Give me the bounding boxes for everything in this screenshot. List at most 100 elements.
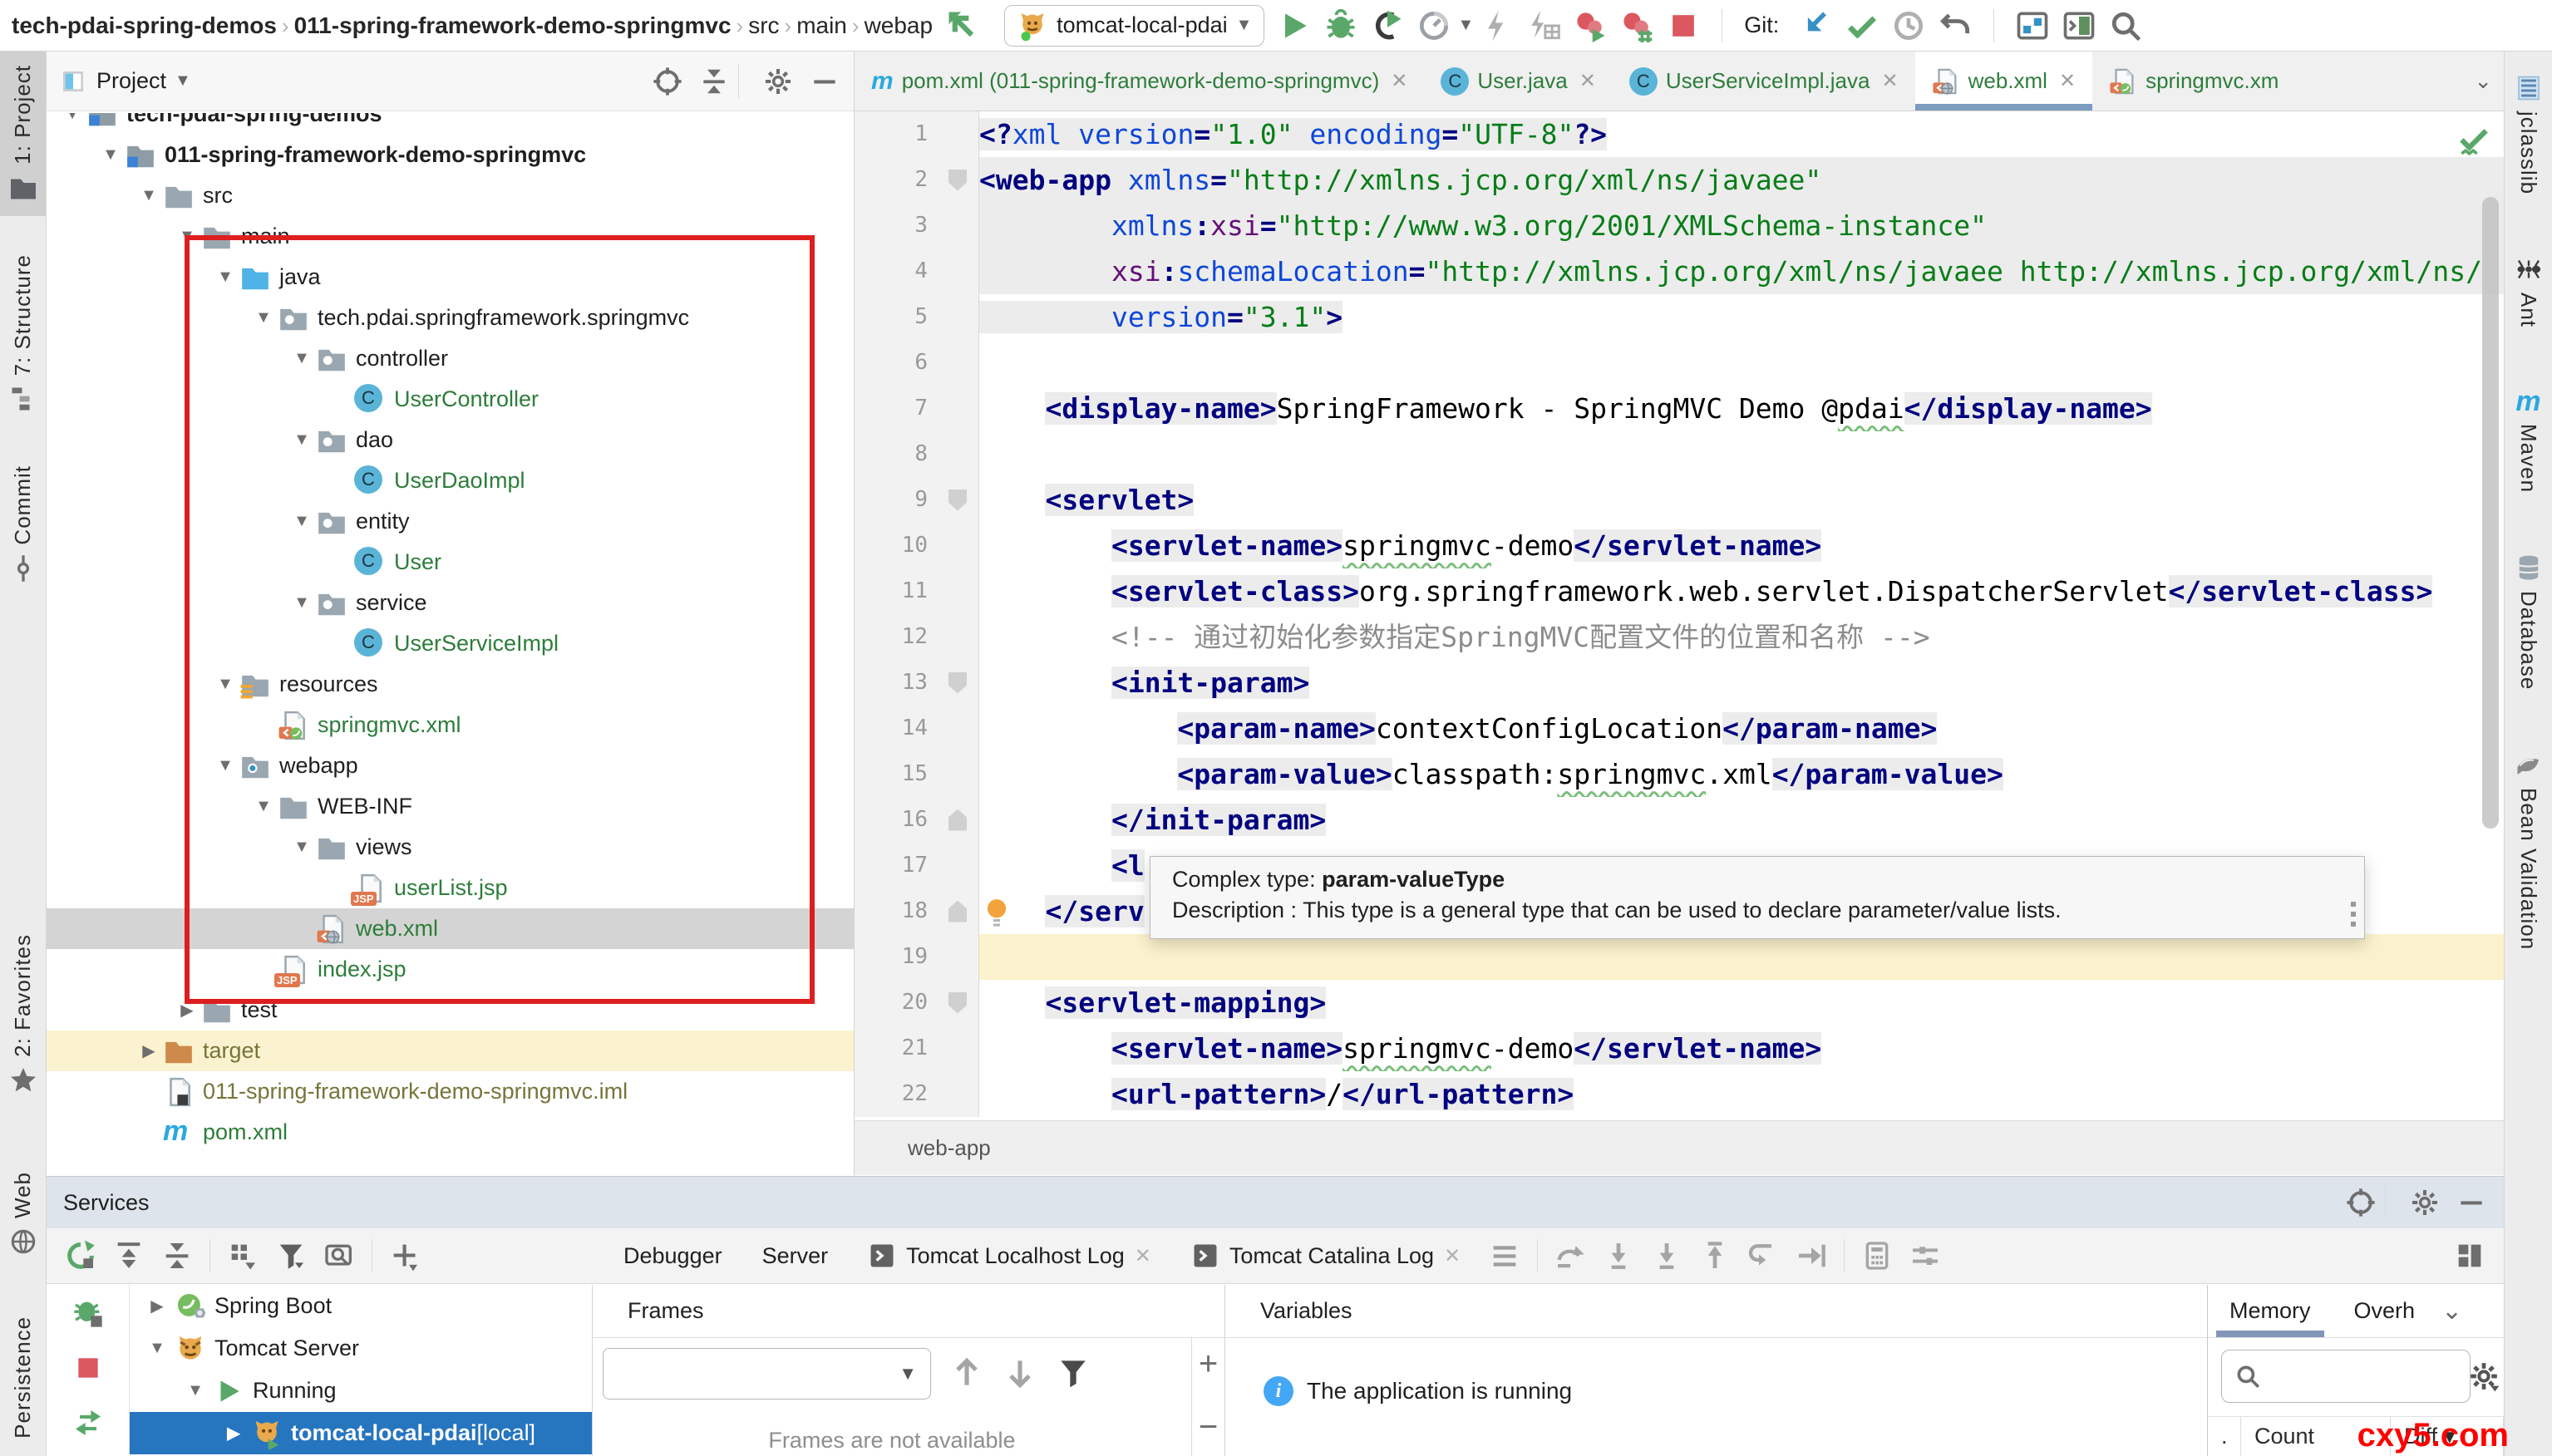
tool-strip-item-web[interactable]: Web <box>0 1158 46 1270</box>
close-icon[interactable]: ✕ <box>1579 69 1596 93</box>
frame-up-icon[interactable] <box>948 1355 985 1391</box>
editor-breadcrumb[interactable]: web-app <box>855 1120 2504 1175</box>
fold-marker-icon[interactable] <box>948 809 967 831</box>
editor-tab-springmvc-xm[interactable]: springmvc.xm <box>2092 52 2295 111</box>
fold-marker-icon[interactable] <box>948 170 967 191</box>
fold-marker-icon[interactable] <box>948 901 967 922</box>
chevron-right-icon[interactable]: ▶ <box>135 1040 163 1061</box>
force-run-button[interactable] <box>1479 7 1515 44</box>
tool-strip-item-jclasslib[interactable]: jclasslib <box>2505 60 2552 208</box>
debug-rerun-button[interactable] <box>71 1296 105 1330</box>
tree-item-springmvc-xml[interactable]: springmvc.xml <box>47 705 854 745</box>
collapse-all-button[interactable] <box>698 66 730 97</box>
hide-button[interactable] <box>809 66 840 97</box>
tree-item-011-spring-framework-demo-springmvc[interactable]: ▼011-spring-framework-demo-springmvc <box>47 135 854 175</box>
step-over-button[interactable] <box>1554 1239 1587 1272</box>
preview-button[interactable] <box>323 1239 356 1272</box>
remove-icon[interactable]: − <box>1199 1414 1218 1439</box>
tool-strip-item-persistence[interactable]: Persistence <box>0 1303 46 1456</box>
run-coverage-button[interactable] <box>1369 7 1406 44</box>
profile-attach-grid-button[interactable] <box>1618 7 1655 44</box>
chevron-down-icon[interactable]: ▼ <box>211 268 239 287</box>
tree-item-tech-pdai-spring-demos[interactable]: ▼tech-pdai-spring-demos <box>47 113 854 135</box>
tool-strip-item--structure[interactable]: 7: Structure <box>0 241 46 427</box>
chevron-down-icon[interactable]: ▼ <box>288 349 316 368</box>
close-icon[interactable]: ✕ <box>1135 1244 1151 1268</box>
run-configuration-select[interactable]: tomcat-local-pdai ▼ <box>1004 5 1264 47</box>
git-history-button[interactable] <box>1890 7 1927 44</box>
deploy-all-button[interactable] <box>71 1406 105 1439</box>
tree-item-main[interactable]: ▼main <box>47 216 854 257</box>
tree-item-dao[interactable]: ▼dao <box>47 420 854 460</box>
debug-button[interactable] <box>1323 7 1359 44</box>
breadcrumb-item[interactable]: main <box>796 12 847 38</box>
chevron-down-icon[interactable]: ▼ <box>211 756 239 775</box>
filter-button[interactable] <box>274 1239 308 1272</box>
project-structure-button[interactable] <box>2014 7 2051 44</box>
view-options-button[interactable] <box>1909 1239 1942 1272</box>
tree-item-userlist-jsp[interactable]: JSPuserList.jsp <box>47 868 854 908</box>
stop-process-button[interactable] <box>71 1351 105 1385</box>
tree-item-index-jsp[interactable]: JSPindex.jsp <box>47 949 854 990</box>
run-to-cursor-button[interactable] <box>1795 1239 1828 1272</box>
chevron-down-icon[interactable]: ▼ <box>211 675 239 694</box>
tree-item-web-inf[interactable]: ▼WEB-INF <box>47 786 854 827</box>
tree-item-webapp[interactable]: ▼webapp <box>47 745 854 786</box>
force-run-table-button[interactable] <box>1525 7 1562 44</box>
group-by-button[interactable] <box>226 1239 259 1272</box>
stop-button[interactable] <box>1665 7 1702 44</box>
chevron-down-icon[interactable]: ▼ <box>175 71 191 91</box>
threads-view-button[interactable] <box>1488 1239 1521 1272</box>
fold-marker-icon[interactable] <box>948 992 967 1014</box>
tree-item-java[interactable]: ▼java <box>47 257 854 298</box>
tree-item-user[interactable]: CUser <box>47 542 854 583</box>
locate-button[interactable] <box>2345 1187 2377 1218</box>
tree-item-controller[interactable]: ▼controller <box>47 338 854 379</box>
services-tab-debugger[interactable]: Debugger <box>604 1228 742 1283</box>
hidden-tabs-chevron-icon[interactable]: ⌄ <box>2474 68 2492 94</box>
tool-strip-item-bean-validation[interactable]: Bean Validation <box>2505 736 2552 963</box>
intention-bulb-icon[interactable] <box>981 895 1012 930</box>
frame-down-icon[interactable] <box>1002 1355 1038 1391</box>
profiler-button[interactable] <box>1416 7 1452 44</box>
rerun-button[interactable] <box>64 1239 97 1272</box>
chevron-right-icon[interactable]: ▶ <box>143 1296 171 1316</box>
chevron-down-icon[interactable]: ⌄ <box>2441 1296 2462 1326</box>
chevron-right-icon[interactable]: ▶ <box>173 1000 201 1021</box>
tree-item-service[interactable]: ▼service <box>47 583 854 623</box>
expand-all-button[interactable] <box>112 1239 145 1272</box>
step-into-button[interactable] <box>1602 1239 1635 1272</box>
editor-scrollbar[interactable] <box>2482 197 2499 829</box>
service-item-tomcat-server[interactable]: ▼Tomcat Server <box>130 1327 592 1370</box>
chevron-down-icon[interactable]: ▼ <box>143 1339 171 1358</box>
tree-item-views[interactable]: ▼views <box>47 827 854 868</box>
evaluate-button[interactable] <box>1860 1239 1894 1272</box>
tree-item-userserviceimpl[interactable]: CUserServiceImpl <box>47 623 854 664</box>
tree-item-entity[interactable]: ▼entity <box>47 501 854 542</box>
service-item-spring-boot[interactable]: ▶Spring Boot <box>130 1285 592 1327</box>
tree-item-011-spring-framework-demo-springmvc-iml[interactable]: 011-spring-framework-demo-springmvc.iml <box>47 1071 854 1112</box>
add-service-button[interactable] <box>388 1239 421 1272</box>
editor-area[interactable]: mpom.xml (011-spring-framework-demo-spri… <box>855 52 2504 1176</box>
service-item-running[interactable]: ▼Running <box>130 1370 592 1412</box>
tree-item-tech-pdai-springframework-springmvc[interactable]: ▼tech.pdai.springframework.springmvc <box>47 298 854 338</box>
memory-settings-icon[interactable] <box>2467 1360 2500 1393</box>
tree-item-src[interactable]: ▼src <box>47 175 854 216</box>
services-tab-tomcat-catalina-log[interactable]: Tomcat Catalina Log✕ <box>1171 1228 1480 1283</box>
breadcrumb-item[interactable]: 011-spring-framework-demo-springmvc <box>294 12 732 38</box>
chevron-down-icon[interactable]: ▼ <box>288 593 316 612</box>
memory-column-dot[interactable]: . <box>2208 1417 2241 1456</box>
frames-filter-icon[interactable] <box>1055 1355 1091 1391</box>
breadcrumb-item[interactable]: src <box>748 12 779 38</box>
chevron-down-icon[interactable]: ▼ <box>1457 16 1474 35</box>
chevron-down-icon[interactable]: ▼ <box>181 1381 209 1400</box>
chevron-down-icon[interactable]: ▼ <box>288 512 316 531</box>
chevron-down-icon[interactable]: ▼ <box>173 227 201 246</box>
git-update-button[interactable] <box>1797 7 1834 44</box>
tree-item-test[interactable]: ▶test <box>47 990 854 1031</box>
services-tab-tomcat-localhost-log[interactable]: Tomcat Localhost Log✕ <box>848 1228 1171 1283</box>
chevron-right-icon[interactable]: ▶ <box>219 1423 248 1444</box>
tool-strip-item-ant[interactable]: Ant <box>2505 241 2552 341</box>
git-rollback-button[interactable] <box>1937 7 1973 44</box>
settings-button[interactable] <box>762 66 794 97</box>
